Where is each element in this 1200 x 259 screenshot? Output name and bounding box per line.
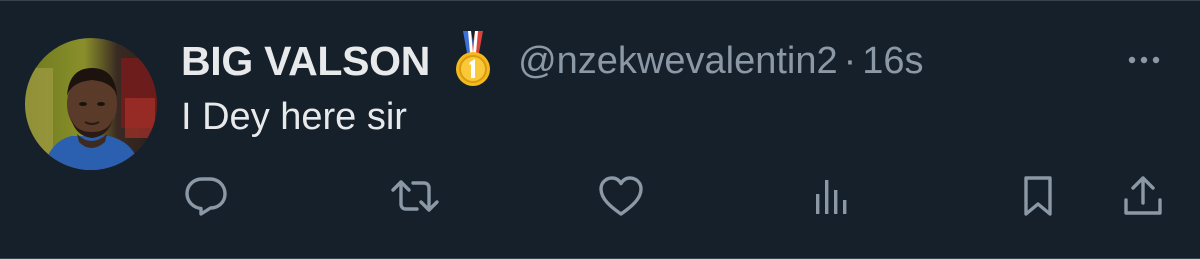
separator-dot: · xyxy=(843,39,857,82)
like-icon xyxy=(599,176,643,216)
share-button[interactable] xyxy=(1118,171,1168,221)
timestamp[interactable]: 16s xyxy=(862,40,923,83)
avatar-photo xyxy=(25,38,157,170)
user-handle[interactable]: @nzekwevalentin2 xyxy=(518,40,838,83)
bookmark-button[interactable] xyxy=(1013,171,1063,221)
tweet-header: BIG VALSON @nzekwevalentin2 · 16s xyxy=(181,31,924,87)
more-options-icon[interactable] xyxy=(1124,45,1164,75)
tweet-text: I Dey here sir xyxy=(181,96,407,138)
bookmark-icon xyxy=(1024,176,1052,216)
gold-medal-icon xyxy=(454,31,492,87)
retweet-button[interactable] xyxy=(390,171,440,221)
share-icon xyxy=(1124,176,1162,215)
display-name[interactable]: BIG VALSON xyxy=(181,38,430,85)
like-button[interactable] xyxy=(596,171,646,221)
reply-button[interactable] xyxy=(181,171,231,221)
reply-icon xyxy=(185,177,227,216)
avatar[interactable] xyxy=(25,38,157,170)
views-button[interactable] xyxy=(806,171,856,221)
retweet-icon xyxy=(391,180,439,212)
tweet-card[interactable]: BIG VALSON @nzekwevalentin2 · 16s I Dey … xyxy=(0,0,1200,259)
views-icon xyxy=(816,180,847,214)
